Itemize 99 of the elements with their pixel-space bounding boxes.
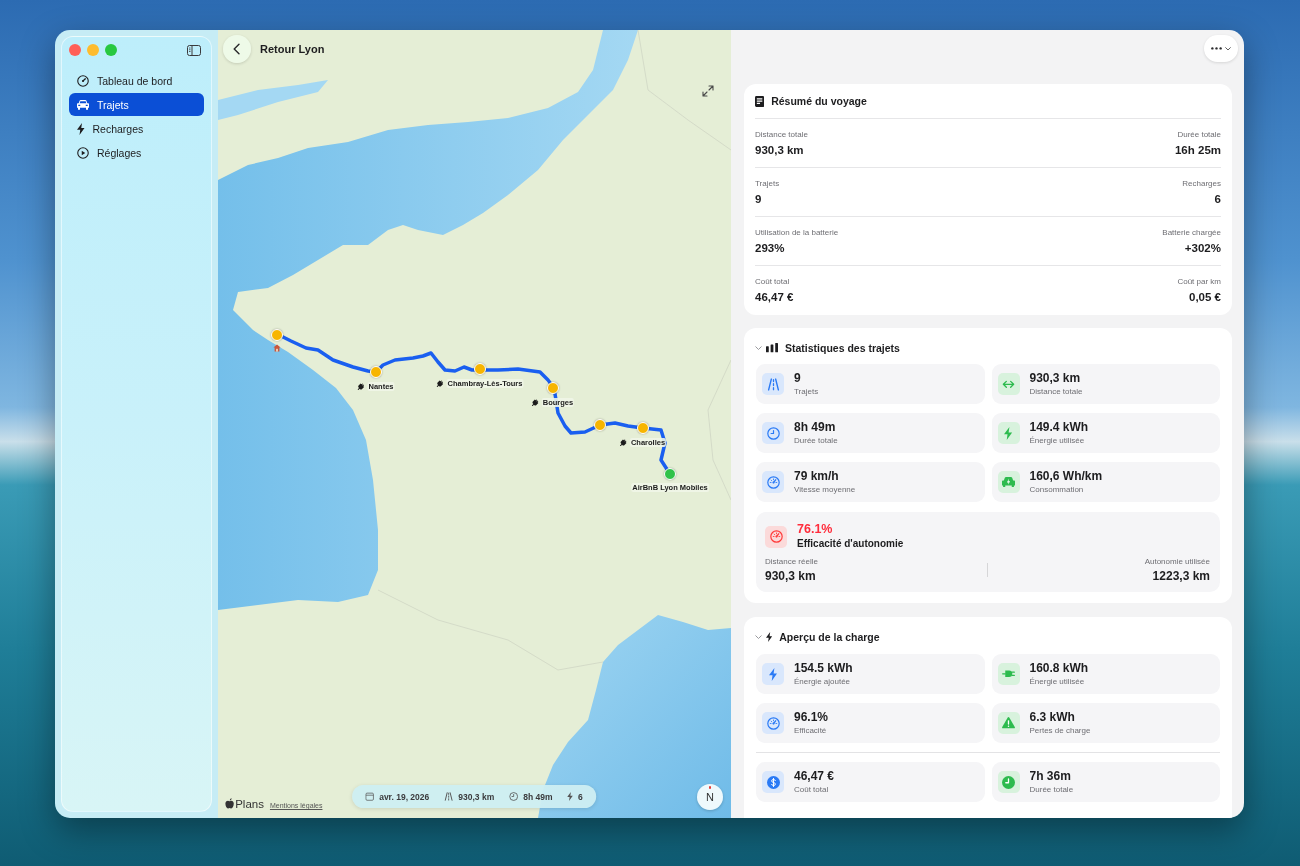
- stat-value: 154.5 kWh: [794, 661, 853, 676]
- charger-icon: [357, 383, 365, 390]
- sidebar-item[interactable]: Réglages: [69, 141, 204, 164]
- bolt-icon: [77, 122, 85, 135]
- summary-label: Coût total: [755, 276, 790, 287]
- stat-value: 160,6 Wh/km: [1029, 469, 1103, 484]
- summary-label: Durée totale: [1177, 129, 1221, 140]
- sidebar-toggle-icon[interactable]: [187, 44, 201, 56]
- stat-value: 160.8 kWh: [1029, 661, 1089, 676]
- maps-logo-text: Plans: [235, 798, 264, 810]
- stat-value: 8h 49m: [794, 420, 836, 435]
- chevron-down-icon: [1225, 46, 1231, 51]
- sidebar-item[interactable]: Tableau de bord: [69, 69, 204, 92]
- stat-label: Énergie ajoutée: [794, 676, 851, 687]
- house-icon: [273, 344, 281, 352]
- summary-value: 16h 25m: [1174, 143, 1221, 158]
- trip-distance: 930,3 km: [458, 791, 495, 802]
- bolt-icon: [762, 663, 784, 685]
- gauge-icon: [762, 471, 784, 493]
- stat-label: Autonomie utilisée: [1144, 556, 1210, 567]
- summary-value: 9: [755, 192, 762, 207]
- ellipsis-icon: [1211, 47, 1222, 50]
- clock-icon: [762, 422, 784, 444]
- gauge-icon: [765, 525, 787, 548]
- dollar-icon: [762, 771, 784, 793]
- stat-label: Énergie utilisée: [1029, 676, 1085, 687]
- charge-count: 6: [578, 791, 583, 802]
- close-button[interactable]: [69, 44, 81, 56]
- stat-value: 46,47 €: [794, 769, 835, 784]
- chevron-icon[interactable]: [755, 345, 762, 351]
- road-icon: [444, 792, 454, 801]
- charger-icon: [619, 439, 627, 446]
- stat-label: Consommation: [1029, 484, 1084, 495]
- trip-date: avr. 19, 2026: [379, 791, 430, 802]
- summary-label: Batterie chargée: [1162, 227, 1221, 238]
- stat-value: 930,3 km: [1029, 371, 1081, 386]
- sidebar-item[interactable]: Trajets: [69, 93, 204, 116]
- card-title: Résumé du voyage: [771, 95, 867, 107]
- clock-icon: [997, 771, 1020, 793]
- stat-label: Énergie utilisée: [1029, 435, 1085, 446]
- sidebar-item[interactable]: Recharges: [69, 117, 204, 140]
- summary-label: Recharges: [1182, 178, 1221, 189]
- stat-label: Vitesse moyenne: [794, 484, 856, 495]
- stat-label: Durée totale: [1029, 784, 1074, 795]
- efficiency-title: Efficacité d'autonomie: [797, 537, 904, 551]
- car-icon: [77, 99, 89, 110]
- chevron-icon[interactable]: [755, 634, 762, 640]
- gauge-icon: [762, 712, 784, 734]
- stat-label: Pertes de charge: [1029, 725, 1091, 736]
- stat-value: 149.4 kWh: [1029, 420, 1089, 435]
- plug-icon: [997, 663, 1020, 685]
- stat-value: 930,3 km: [765, 569, 816, 584]
- summary-value: 293%: [755, 241, 785, 256]
- car-icon: [997, 471, 1020, 493]
- apple-icon: [225, 798, 235, 809]
- stat-label: Trajets: [794, 386, 819, 397]
- section-title: Statistiques des trajets: [785, 342, 900, 354]
- stat-value: 79 km/h: [794, 469, 839, 484]
- expand-icon[interactable]: [702, 85, 714, 97]
- chevron-left-icon: [233, 43, 241, 55]
- road-icon: [762, 373, 784, 395]
- gauge-icon: [77, 74, 89, 87]
- summary-value: 46,47 €: [755, 290, 794, 305]
- stat-label: Coût total: [794, 784, 829, 795]
- summary-label: Coût par km: [1177, 276, 1221, 287]
- document-icon: [755, 95, 765, 107]
- calendar-icon: [365, 792, 375, 801]
- stat-label: Distance réelle: [765, 556, 818, 567]
- stat-value: 1223,3 km: [1152, 569, 1210, 584]
- zoom-button[interactable]: [105, 44, 117, 56]
- summary-value: 930,3 km: [755, 143, 804, 158]
- summary-value: +302%: [1184, 241, 1221, 256]
- trip-duration: 8h 49m: [523, 791, 553, 802]
- stat-value: 6.3 kWh: [1029, 710, 1075, 725]
- warning-icon: [997, 712, 1020, 734]
- bolt-icon: [766, 632, 773, 642]
- charger-icon: [436, 380, 444, 387]
- clock-icon: [509, 792, 519, 801]
- efficiency-value: 76.1%: [797, 522, 833, 537]
- map-title: Retour Lyon: [260, 42, 325, 56]
- stat-value: 9: [794, 371, 801, 386]
- bar-chart-icon: [766, 343, 778, 353]
- bolt-icon: [997, 422, 1020, 444]
- stat-label: Durée totale: [794, 435, 838, 446]
- summary-value: 0,05 €: [1189, 290, 1221, 305]
- stat-value: 96.1%: [794, 710, 829, 725]
- summary-label: Utilisation de la batterie: [755, 227, 839, 238]
- stat-label: Efficacité: [794, 725, 827, 736]
- summary-label: Trajets: [755, 178, 780, 189]
- stat-value: 7h 36m: [1029, 769, 1071, 784]
- charger-icon: [531, 399, 539, 406]
- more-button[interactable]: [1204, 35, 1238, 62]
- settings-icon: [77, 146, 89, 159]
- summary-value: 6: [1214, 192, 1221, 207]
- north-marker-icon: [709, 786, 711, 789]
- section-title: Aperçu de la charge: [779, 631, 880, 643]
- stat-label: Distance totale: [1029, 386, 1083, 397]
- summary-label: Distance totale: [755, 129, 808, 140]
- bolt-icon: [567, 792, 574, 801]
